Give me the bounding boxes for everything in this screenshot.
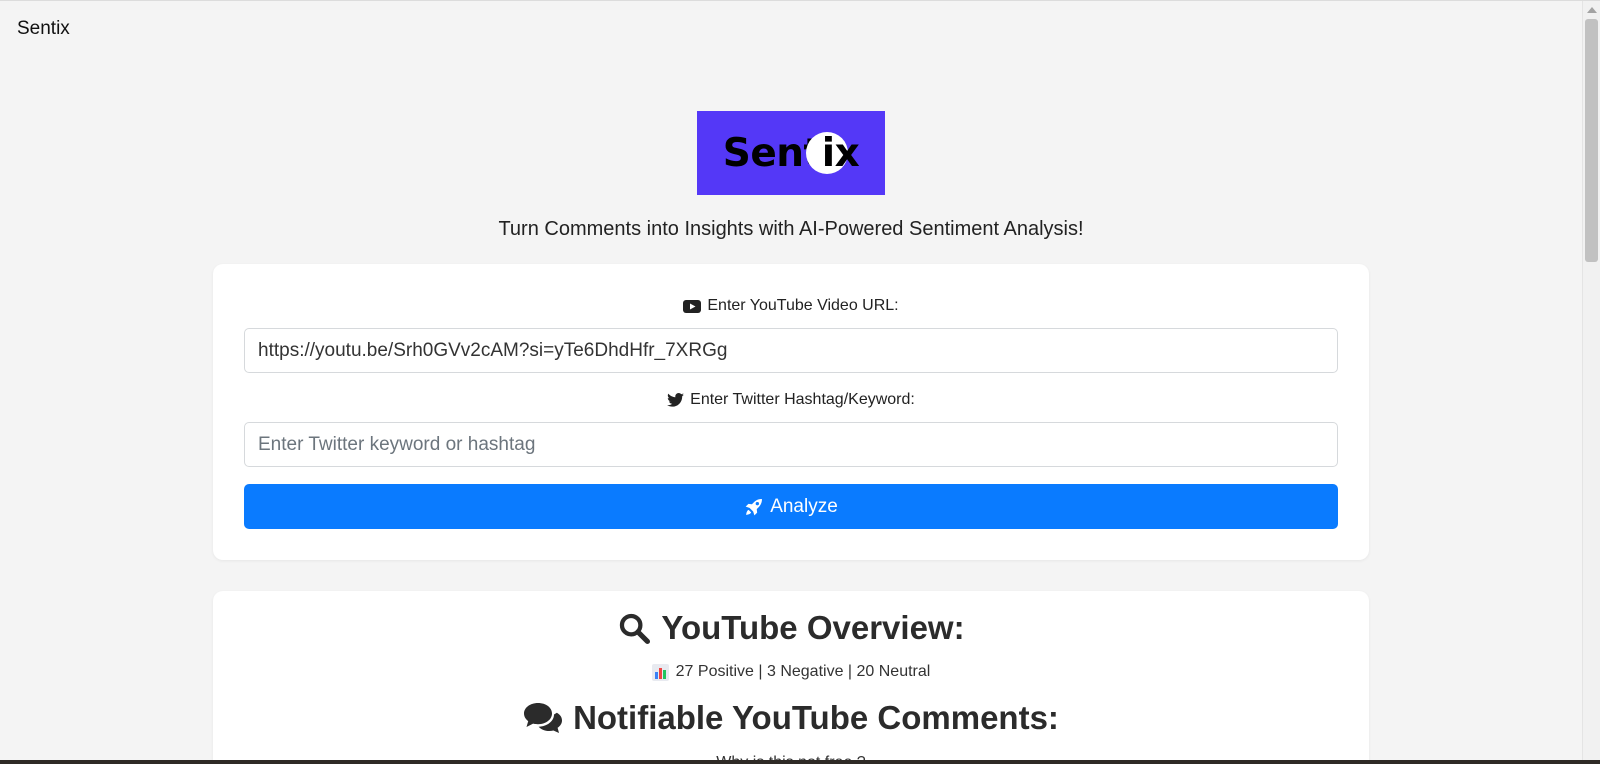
comments-icon [523, 702, 563, 734]
results-card: YouTube Overview: 27 Positive | 3 Negati… [213, 591, 1369, 764]
notifiable-comments-heading: Notifiable YouTube Comments: [213, 699, 1369, 737]
analyze-button-label: Analyze [770, 495, 838, 517]
twitter-keyword-label-text: Enter Twitter Hashtag/Keyword: [690, 391, 915, 408]
sentiment-stats-text: 27 Positive | 3 Negative | 20 Neutral [675, 663, 931, 680]
youtube-url-label: Enter YouTube Video URL: [213, 297, 1369, 315]
analyze-button[interactable]: Analyze [244, 484, 1338, 529]
sentiment-stats: 27 Positive | 3 Negative | 20 Neutral [213, 663, 1369, 681]
scroll-up-arrow-icon[interactable] [1587, 7, 1597, 13]
page-scrollbar[interactable] [1582, 1, 1600, 764]
youtube-icon [683, 299, 702, 313]
logo-wordmark: Sent ix [723, 130, 860, 176]
taskbar-edge [0, 760, 1600, 764]
youtube-url-label-text: Enter YouTube Video URL: [707, 297, 899, 314]
youtube-overview-heading: YouTube Overview: [213, 609, 1369, 647]
youtube-overview-title: YouTube Overview: [661, 609, 965, 646]
rocket-icon [744, 497, 764, 517]
twitter-keyword-input[interactable] [244, 422, 1338, 467]
analysis-form-card: Enter YouTube Video URL: Enter Twitter H… [213, 264, 1369, 560]
browser-viewport: Sentix Sent ix Turn Comments into Insigh… [0, 0, 1600, 764]
twitter-keyword-label: Enter Twitter Hashtag/Keyword: [213, 391, 1369, 409]
search-icon [617, 611, 651, 645]
scrollbar-thumb[interactable] [1585, 19, 1598, 262]
navbar-brand[interactable]: Sentix [17, 18, 70, 40]
youtube-url-input[interactable] [244, 328, 1338, 373]
bar-chart-icon [651, 663, 669, 681]
logo-text-tail: ix [821, 130, 860, 176]
tagline: Turn Comments into Insights with AI-Powe… [498, 218, 1084, 240]
notifiable-comments-title: Notifiable YouTube Comments: [573, 699, 1059, 736]
sentix-logo: Sent ix [697, 111, 885, 195]
twitter-icon [667, 393, 685, 407]
